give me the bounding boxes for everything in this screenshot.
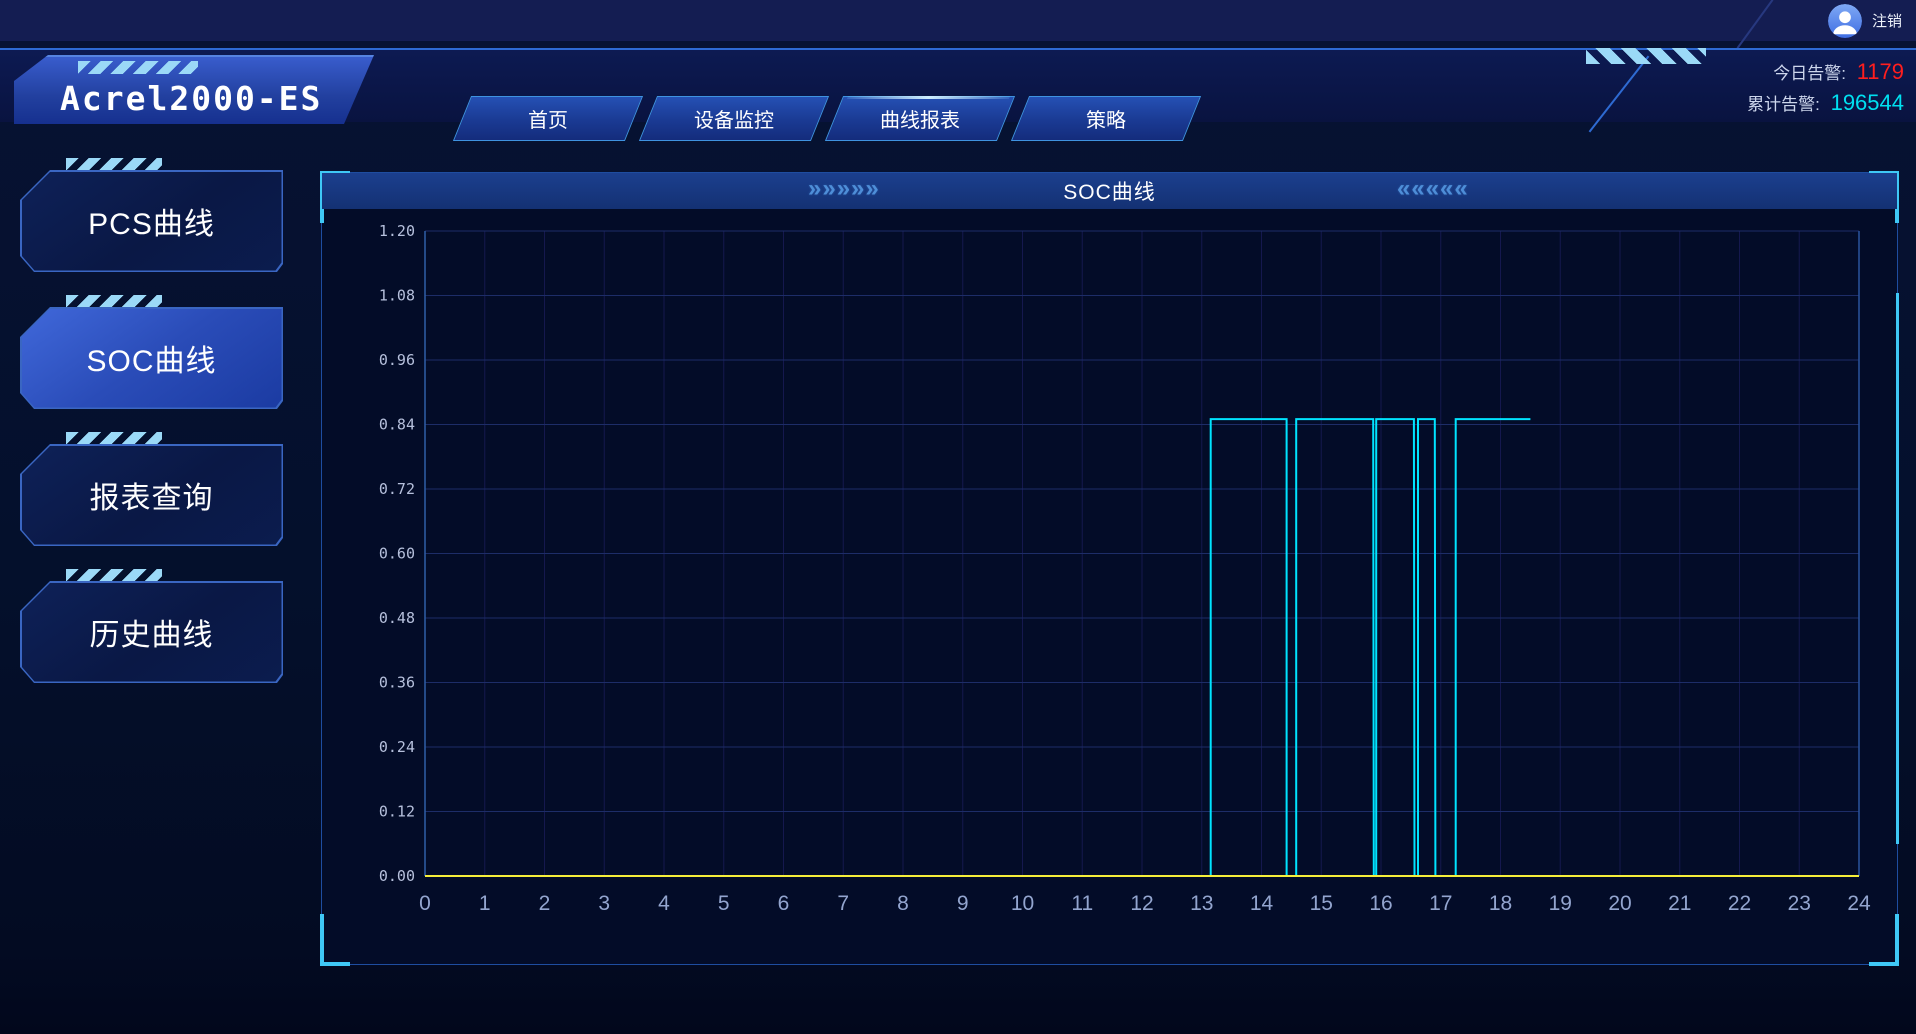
app-window: 注销 Acrel2000-ES 今日告警: 1179 累计告警: 196544 … (0, 0, 1916, 1034)
sidebar-hash-decoration (66, 295, 162, 308)
tab-curve-report[interactable]: 曲线报表 (825, 96, 1015, 141)
tab-curve-report-label: 曲线报表 (880, 104, 960, 133)
svg-text:1: 1 (479, 892, 491, 915)
alarm-today-label: 今日告警: (1773, 64, 1846, 83)
svg-text:19: 19 (1549, 892, 1572, 915)
sidebar-item-face: PCS曲线 (22, 172, 282, 271)
user-menu[interactable]: 注销 (1828, 3, 1902, 38)
chart-panel: »»»»» SOC曲线 ««««« 0.000.120.240.360.480.… (321, 172, 1898, 965)
sidebar-item-label: 历史曲线 (90, 610, 214, 654)
svg-text:24: 24 (1847, 892, 1871, 915)
svg-text:1.20: 1.20 (379, 222, 415, 240)
brand-plate: Acrel2000-ES (14, 55, 374, 124)
svg-text:13: 13 (1190, 892, 1213, 915)
chevron-right-icon: »»»»» (808, 175, 880, 203)
svg-text:0.72: 0.72 (379, 480, 415, 498)
logout-button[interactable]: 注销 (1872, 10, 1902, 31)
svg-text:23: 23 (1788, 892, 1811, 915)
svg-text:0.48: 0.48 (379, 609, 415, 627)
sidebar-item-label: SOC曲线 (86, 336, 216, 380)
svg-text:17: 17 (1429, 892, 1452, 915)
svg-text:7: 7 (837, 892, 849, 915)
svg-text:16: 16 (1369, 892, 1392, 915)
brand-hash-decoration (78, 61, 198, 74)
sidebar-item-face: 报表查询 (22, 446, 282, 545)
svg-text:0.00: 0.00 (379, 867, 415, 885)
sidebar-item-pcs-curve[interactable]: PCS曲线 (20, 170, 283, 272)
tab-strategy[interactable]: 策略 (1011, 96, 1201, 141)
svg-text:0.96: 0.96 (379, 351, 415, 369)
svg-text:8: 8 (897, 892, 909, 915)
svg-text:9: 9 (957, 892, 969, 915)
alarm-total-value: 196544 (1831, 90, 1904, 115)
tab-device-monitor[interactable]: 设备监控 (639, 96, 829, 141)
sidebar-item-face: 历史曲线 (22, 583, 282, 682)
svg-text:0.24: 0.24 (379, 738, 415, 756)
svg-text:0.36: 0.36 (379, 674, 415, 692)
svg-text:3: 3 (598, 892, 610, 915)
svg-text:20: 20 (1608, 892, 1631, 915)
svg-text:0.84: 0.84 (379, 416, 415, 434)
topbar-divider (1737, 0, 1774, 49)
svg-text:10: 10 (1011, 892, 1034, 915)
svg-text:5: 5 (718, 892, 730, 915)
top-bar: 注销 (0, 0, 1916, 41)
tab-home-label: 首页 (528, 104, 568, 133)
svg-text:0: 0 (419, 892, 431, 915)
sidebar-item-label: PCS曲线 (88, 199, 215, 243)
tab-strategy-label: 策略 (1086, 104, 1126, 133)
alarm-panel-divider (1589, 56, 1650, 133)
sidebar-item-soc-curve[interactable]: SOC曲线 (20, 307, 283, 409)
main-nav: 首页 设备监控 曲线报表 策略 (462, 96, 1192, 141)
svg-text:4: 4 (658, 892, 670, 915)
sidebar-hash-decoration (66, 432, 162, 445)
svg-text:2: 2 (539, 892, 551, 915)
sidebar-item-label: 报表查询 (90, 473, 214, 517)
svg-text:0.12: 0.12 (379, 803, 415, 821)
panel-title-bar: »»»»» SOC曲线 ««««« (322, 173, 1897, 209)
user-avatar-icon[interactable] (1828, 4, 1862, 38)
svg-text:11: 11 (1071, 892, 1093, 915)
svg-text:6: 6 (778, 892, 790, 915)
svg-text:21: 21 (1668, 892, 1691, 915)
chart-area: 0.00 0.12 0.24 0.36 0.48 0.60 0.72 0.84 0.96 1.08… (322, 209, 1899, 966)
svg-text:18: 18 (1489, 892, 1512, 915)
tab-home[interactable]: 首页 (453, 96, 643, 141)
sidebar: PCS曲线 SOC曲线 报表查询 历史曲线 (20, 170, 283, 718)
sidebar-hash-decoration (66, 158, 162, 171)
header-hash-decoration (1586, 48, 1706, 64)
alarm-summary: 今日告警: 1179 累计告警: 196544 (1747, 57, 1904, 119)
sidebar-item-face: SOC曲线 (22, 309, 282, 408)
soc-chart: 0.00 0.12 0.24 0.36 0.48 0.60 0.72 0.84 0.96 1.08… (322, 209, 1899, 966)
svg-text:15: 15 (1310, 892, 1333, 915)
sidebar-item-history-curve[interactable]: 历史曲线 (20, 581, 283, 683)
app-logo: Acrel2000-ES (60, 79, 322, 118)
tab-device-monitor-label: 设备监控 (694, 104, 774, 133)
svg-text:14: 14 (1250, 892, 1274, 915)
alarm-total-label: 累计告警: (1747, 95, 1820, 114)
alarm-today-row: 今日告警: 1179 (1747, 57, 1904, 88)
alarm-total-row: 累计告警: 196544 (1747, 88, 1904, 119)
svg-text:12: 12 (1130, 892, 1153, 915)
svg-text:22: 22 (1728, 892, 1751, 915)
svg-text:1.08: 1.08 (379, 287, 415, 305)
panel-title: SOC曲线 (1063, 176, 1156, 206)
sidebar-item-report-query[interactable]: 报表查询 (20, 444, 283, 546)
alarm-today-value: 1179 (1857, 59, 1904, 84)
svg-text:0.60: 0.60 (379, 545, 415, 563)
chevron-left-icon: ««««« (1397, 175, 1469, 203)
sidebar-hash-decoration (66, 569, 162, 582)
